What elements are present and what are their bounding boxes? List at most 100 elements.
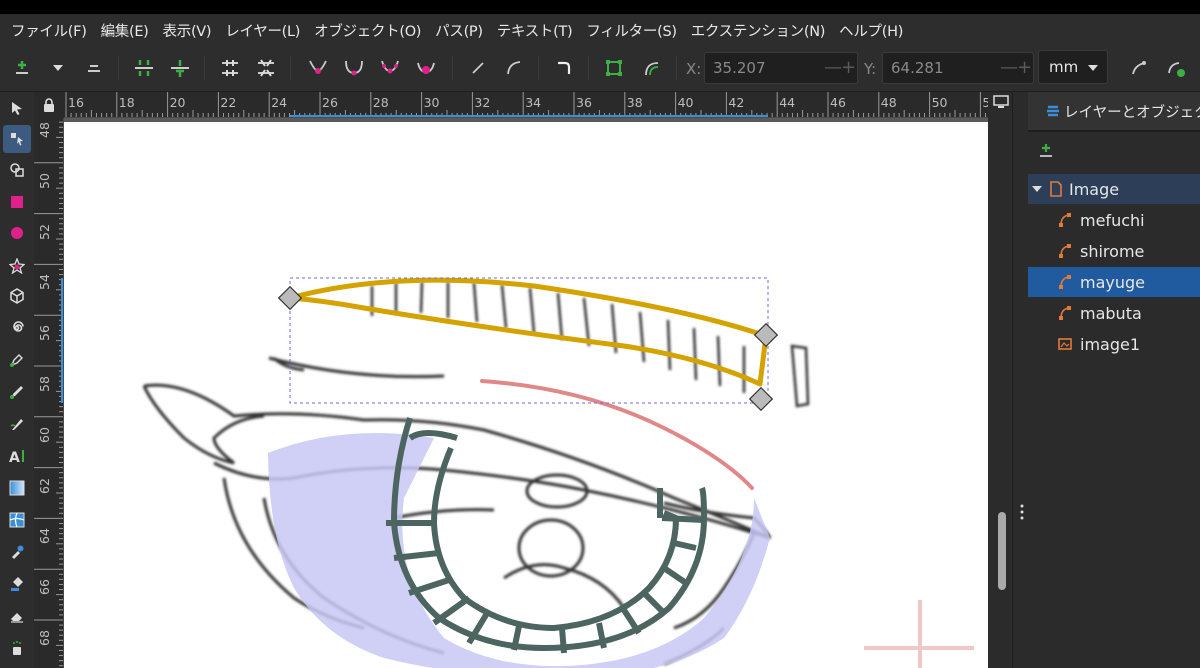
- delete-segment-button[interactable]: [252, 54, 280, 82]
- layer-row-image[interactable]: Image: [1028, 174, 1200, 204]
- vertical-scrollbar-thumb[interactable]: [998, 512, 1006, 590]
- line-segment-icon: [472, 62, 484, 74]
- spray-tool[interactable]: [3, 634, 31, 662]
- display-mode-icon[interactable]: [992, 95, 1010, 109]
- path-effect-icon: [1132, 61, 1146, 75]
- drawing-canvas[interactable]: [64, 118, 988, 668]
- delete-segment-icon: [258, 59, 274, 77]
- ruler-label: 68: [37, 630, 52, 646]
- break-path-button[interactable]: [166, 54, 194, 82]
- y-label: Y:: [864, 60, 877, 78]
- object-to-path-icon: [558, 61, 571, 74]
- menu-item-6[interactable]: テキスト(T): [490, 20, 580, 41]
- smooth-node-button[interactable]: [340, 54, 368, 82]
- y-decrement-icon[interactable]: —: [1000, 57, 1018, 78]
- lpe-mask-button[interactable]: [1162, 54, 1190, 82]
- object-to-path-button[interactable]: [550, 54, 578, 82]
- smooth-node-icon: [345, 60, 363, 76]
- path-node[interactable]: [748, 386, 774, 412]
- delete-node-button[interactable]: [80, 54, 108, 82]
- menu-item-8[interactable]: エクステンション(N): [684, 20, 832, 41]
- ruler-label: 22: [220, 95, 237, 110]
- lock-guides-button[interactable]: [34, 92, 64, 118]
- ruler-label: 38: [626, 95, 643, 110]
- menu-item-1[interactable]: 編集(E): [94, 20, 156, 41]
- horizontal-ruler[interactable]: 16 18 20 22 24 26 28 30 32 34 36 38 40 42 44 46 48 50 52: [64, 92, 988, 118]
- vertical-ruler[interactable]: 48 50 52 54 56 58 60 62 64 66 68: [34, 118, 64, 668]
- make-line-button[interactable]: [464, 54, 492, 82]
- x-increment-icon[interactable]: +: [841, 57, 856, 78]
- pen-tool[interactable]: [3, 346, 31, 374]
- 3d-box-tool[interactable]: [3, 282, 31, 310]
- make-curve-button[interactable]: [500, 54, 528, 82]
- layer-row-2[interactable]: mayuge: [1028, 267, 1200, 297]
- add-layer-button[interactable]: [1038, 142, 1056, 164]
- selector-tool[interactable]: [3, 94, 31, 122]
- menu-item-2[interactable]: 表示(V): [156, 20, 219, 41]
- mabuta-path[interactable]: [480, 379, 754, 490]
- menu-item-0[interactable]: ファイル(F): [4, 20, 94, 41]
- ruler-label: 32: [474, 95, 491, 110]
- auto-smooth-node-button[interactable]: [412, 54, 440, 82]
- spiral-icon: [13, 321, 24, 332]
- calligraphy-tool[interactable]: [3, 410, 31, 438]
- star-tool[interactable]: [3, 252, 31, 280]
- pen-icon: [10, 354, 23, 367]
- path-node[interactable]: [277, 285, 303, 311]
- layer-row-1[interactable]: shirome: [1028, 236, 1200, 266]
- mayuge-path[interactable]: [287, 277, 769, 393]
- mefuchi-path[interactable]: [386, 417, 708, 654]
- lpe-clip-button[interactable]: [1126, 54, 1154, 82]
- pencil-icon: [10, 386, 23, 399]
- gradient-tool[interactable]: [3, 474, 31, 502]
- triangle-down-icon[interactable]: [1031, 184, 1043, 194]
- auto-smooth-node-icon: [417, 62, 435, 74]
- insert-node-dropdown[interactable]: [44, 54, 72, 82]
- layer-row-0[interactable]: mefuchi: [1028, 205, 1200, 235]
- shapes-icon: [10, 163, 24, 177]
- menu-item-5[interactable]: パス(P): [428, 20, 490, 41]
- layers-panel-tab[interactable]: レイヤーとオブジェクト: [1028, 92, 1200, 132]
- image-icon: [1058, 338, 1072, 350]
- ruler-label: 58: [37, 376, 52, 392]
- layer-row-3[interactable]: mabuta: [1028, 298, 1200, 328]
- paint-bucket-tool[interactable]: [3, 570, 31, 598]
- show-handles-button[interactable]: [638, 54, 666, 82]
- delete-node-icon: [88, 65, 100, 72]
- dropper-tool[interactable]: [3, 538, 31, 566]
- menu-item-4[interactable]: オブジェクト(O): [307, 20, 428, 41]
- layer-row-4[interactable]: image1: [1028, 329, 1200, 359]
- cusp-node-button[interactable]: [304, 54, 332, 82]
- panel-splitter[interactable]: [1012, 92, 1028, 668]
- ruler-label: 66: [37, 579, 52, 596]
- text-tool[interactable]: A: [3, 442, 31, 470]
- x-decrement-icon[interactable]: —: [824, 57, 842, 78]
- y-increment-icon[interactable]: +: [1017, 57, 1032, 78]
- tweak-tool[interactable]: [3, 156, 31, 184]
- menu-item-9[interactable]: ヘルプ(H): [832, 20, 910, 41]
- spiral-tool[interactable]: [3, 314, 31, 342]
- join-segment-button[interactable]: [216, 54, 244, 82]
- node-tool[interactable]: [3, 125, 31, 153]
- ruler-label: 48: [37, 122, 52, 138]
- path-icon: [1059, 213, 1071, 227]
- show-transform-handles-button[interactable]: [600, 54, 628, 82]
- path-node[interactable]: [753, 322, 779, 348]
- spray-icon: [13, 641, 21, 655]
- gradient-icon: [9, 480, 25, 496]
- menu-item-7[interactable]: フィルター(S): [579, 20, 683, 41]
- join-nodes-button[interactable]: [130, 54, 158, 82]
- ellipse-tool[interactable]: [3, 219, 31, 247]
- symmetric-node-button[interactable]: [376, 54, 404, 82]
- rectangle-tool[interactable]: [3, 188, 31, 216]
- layer-label: mayuge: [1080, 272, 1145, 292]
- eraser-tool[interactable]: [3, 602, 31, 630]
- menu-item-3[interactable]: レイヤー(L): [218, 20, 307, 41]
- mesh-tool[interactable]: [3, 506, 31, 534]
- ruler-label: 44: [779, 95, 796, 110]
- guide-cross: [864, 600, 974, 668]
- insert-node-button[interactable]: [8, 54, 36, 82]
- pencil-tool[interactable]: [3, 378, 31, 406]
- y-value: 64.281: [891, 59, 944, 77]
- unit-select[interactable]: mm: [1038, 50, 1108, 84]
